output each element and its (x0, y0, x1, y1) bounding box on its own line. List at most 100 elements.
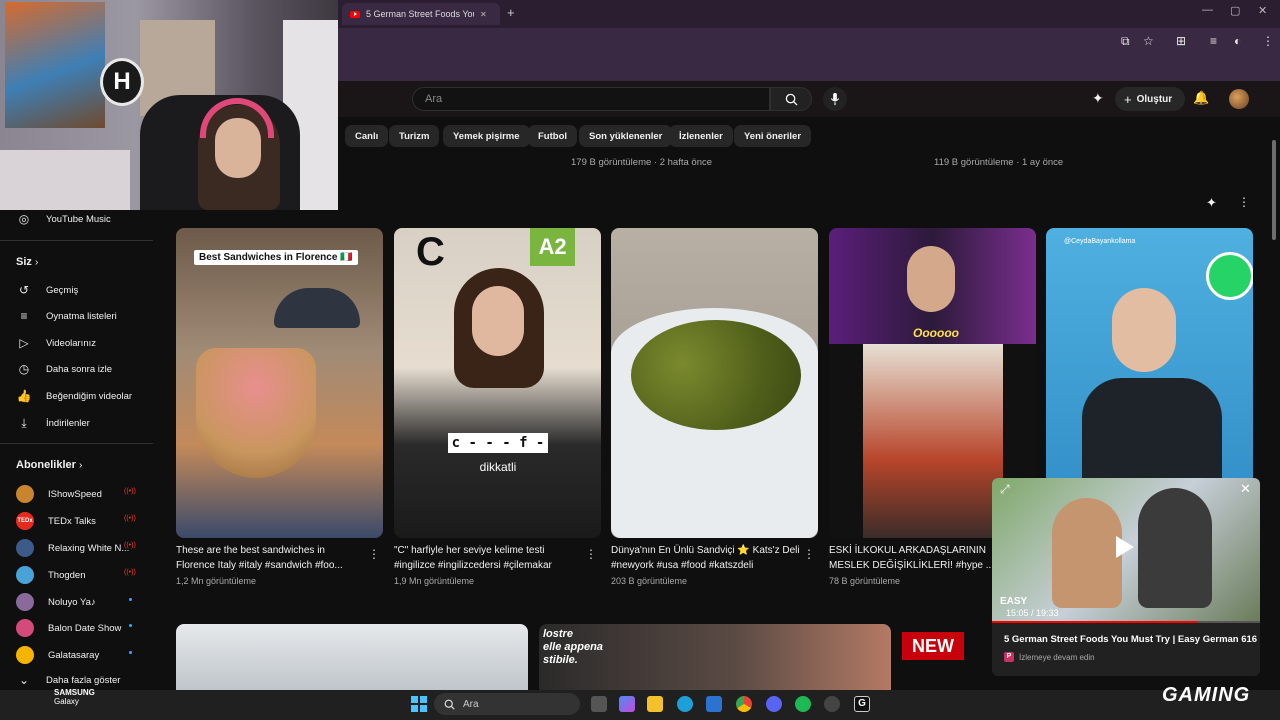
sidebar-section-siz[interactable]: Siz › (16, 256, 38, 268)
page-scrollbar[interactable] (1272, 140, 1276, 240)
short-overlay-text: Best Sandwiches in Florence 🇮🇹 (194, 250, 358, 265)
mic-icon (830, 92, 840, 105)
voice-search-button[interactable] (823, 87, 847, 111)
progress-fill (992, 621, 1198, 623)
short-title[interactable]: ESKİ İLKOKUL ARKADAŞLARININ MESLEK DEĞİŞ… (829, 544, 1019, 573)
sidebar-item-liked[interactable]: 👍 Beğendiğim videolar (16, 389, 133, 403)
menu-board-text: lostre elle appena stibile. (543, 628, 603, 666)
video-thumbnail[interactable] (176, 624, 528, 690)
sidebar-item-playlists[interactable]: ≡ Oynatma listeleri (16, 309, 116, 323)
discord-icon[interactable] (766, 696, 782, 712)
create-button[interactable]: + Oluştur (1115, 87, 1185, 111)
video-meta: 179 B görüntüleme · 2 hafta önce (571, 157, 713, 168)
search-icon (444, 699, 455, 710)
window-close-icon[interactable]: ✕ (1258, 4, 1267, 17)
new-tab-button[interactable]: + (507, 5, 515, 20)
shelf-menu-icon[interactable]: ⋮ (1238, 195, 1250, 209)
avatar (16, 485, 34, 503)
streamer-logo: H (100, 58, 144, 106)
task-view-icon[interactable] (591, 696, 607, 712)
sidebar-section-subscriptions[interactable]: Abonelikler › (16, 459, 82, 471)
short-title[interactable]: Dünya'nın En Ünlü Sandviçi ⭐ Kats'z Deli… (611, 544, 801, 573)
short-overlay-text: Oooooo (913, 326, 959, 340)
new-content-dot (129, 624, 132, 627)
video-icon: ▷ (19, 336, 29, 350)
short-title[interactable]: These are the best sandwiches in Florenc… (176, 544, 366, 573)
expand-icon[interactable]: ⤢ (1000, 482, 1010, 497)
sidebar-item-your-videos[interactable]: ▷ Videolarınız (16, 336, 96, 350)
browser-tab[interactable]: 5 German Street Foods You Mu ✕ (342, 3, 500, 25)
spotify-icon[interactable] (795, 696, 811, 712)
sidebar-sub-balon[interactable]: Balon Date Show (16, 619, 121, 637)
app-g-icon[interactable]: G (854, 696, 870, 712)
sidebar-item-watch-later[interactable]: ◷ Daha sonra izle (16, 362, 112, 376)
chrome-icon[interactable] (736, 696, 752, 712)
chip-futbol[interactable]: Futbol (528, 125, 578, 147)
youtube-favicon-icon (350, 10, 360, 18)
sidebar-sub-galatasaray[interactable]: Galatasaray (16, 646, 99, 664)
short-menu-icon[interactable]: ⋮ (368, 547, 380, 561)
sparkle-icon[interactable]: ✦ (1092, 90, 1104, 107)
playlist-icon[interactable]: ≡ (1210, 34, 1217, 48)
sidebar-item-youtube-music[interactable]: ◎ YouTube Music (16, 212, 111, 226)
windows-start-icon[interactable] (411, 696, 427, 712)
sidebar-item-downloads[interactable]: ⤓ İndirilenler (16, 416, 89, 431)
tab-title: 5 German Street Foods You Mu (366, 9, 474, 19)
miniplayer[interactable]: EASY 15:05 / 19:33 ⤢ ✕ 5 German Street F… (992, 478, 1260, 676)
chip-turizm[interactable]: Turizm (389, 125, 440, 147)
short-thumbnail-3[interactable] (611, 228, 818, 538)
tab-close-icon[interactable]: ✕ (480, 10, 487, 19)
extensions-icon[interactable]: ⊞ (1176, 34, 1186, 48)
file-explorer-icon[interactable] (647, 696, 663, 712)
sidebar-sub-thogden[interactable]: Thogden (16, 566, 86, 584)
play-icon[interactable] (1116, 536, 1134, 558)
search-input[interactable]: Ara (412, 87, 770, 111)
bell-icon[interactable]: 🔔 (1193, 90, 1209, 106)
miniplayer-title[interactable]: 5 German Street Foods You Must Try | Eas… (1004, 634, 1257, 645)
chip-yeni-oneriler[interactable]: Yeni öneriler (734, 125, 812, 147)
level-badge: A2 (530, 228, 575, 266)
face (472, 286, 524, 356)
sidebar-sub-tedx[interactable]: TEDx TEDx Talks (16, 512, 96, 530)
close-icon[interactable]: ✕ (1240, 481, 1251, 497)
profile-icon[interactable]: ◐ (1234, 34, 1241, 48)
menu-kebab-icon[interactable]: ⋮ (1262, 34, 1274, 48)
chip-canli[interactable]: Canlı (345, 125, 389, 147)
windows-taskbar (0, 690, 1280, 720)
webcam-overlay: H (0, 0, 338, 210)
minimize-icon[interactable]: — (1202, 4, 1213, 16)
avatar (16, 646, 34, 664)
avatar[interactable] (1229, 89, 1249, 109)
short-menu-icon[interactable]: ⋮ (585, 547, 597, 561)
store-icon[interactable] (706, 696, 722, 712)
search-button[interactable] (770, 87, 812, 111)
miniplayer-subtitle: P İzlemeye devam edin (1004, 652, 1095, 662)
avatar (16, 539, 34, 557)
sidebar-show-more[interactable]: ⌄ Daha fazla göster (16, 673, 121, 687)
short-title[interactable]: "C" harfiyle her seviye kelime testi #in… (394, 544, 584, 573)
chip-yemek-pisirme[interactable]: Yemek pişirme (443, 125, 530, 147)
chip-son-yuklenenler[interactable]: Son yüklenenler (579, 125, 673, 147)
sidebar-sub-noluyoya[interactable]: Noluyo Ya♪ (16, 593, 96, 611)
person-right (1138, 488, 1212, 608)
star-icon[interactable]: ☆ (1143, 34, 1154, 48)
clock-icon: ◷ (18, 362, 30, 376)
sidebar-sub-ishowspeed[interactable]: IShowSpeed (16, 485, 102, 503)
playlist-icon: ≡ (20, 309, 28, 323)
cast-icon[interactable]: ⧉ (1121, 34, 1130, 49)
cat-painting (5, 2, 105, 128)
short-menu-icon[interactable]: ⋮ (803, 547, 815, 561)
short-thumbnail-1[interactable]: Best Sandwiches in Florence 🇮🇹 (176, 228, 383, 538)
short-views: 1,2 Mn görüntüleme (176, 576, 257, 586)
obs-icon[interactable] (824, 696, 840, 712)
sidebar-sub-relaxing[interactable]: Relaxing White N... (16, 539, 129, 557)
taskbar-search[interactable]: Ara (434, 693, 580, 715)
video-thumbnail[interactable]: lostre elle appena stibile. (539, 624, 891, 690)
chip-izlenenler[interactable]: İzlenenler (669, 125, 733, 147)
maximize-icon[interactable]: ▢ (1230, 4, 1240, 17)
sidebar-item-history[interactable]: ↺ Geçmiş (16, 283, 78, 297)
edge-icon[interactable] (677, 696, 693, 712)
short-thumbnail-2[interactable]: C A2 c - - - f - - dikkatli (394, 228, 601, 538)
copilot-icon[interactable] (619, 696, 635, 712)
new-content-dot (129, 651, 132, 654)
